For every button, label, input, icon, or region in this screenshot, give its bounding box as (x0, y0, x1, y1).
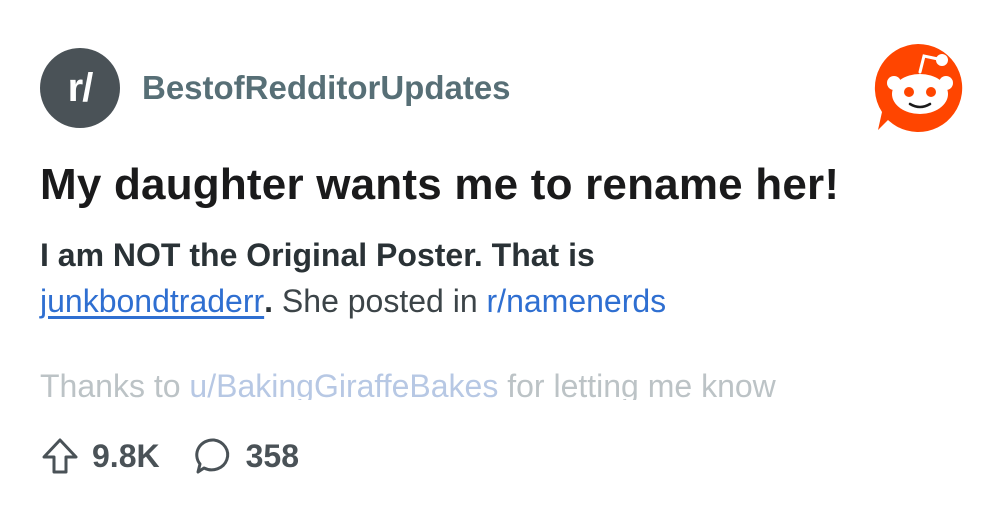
post-header: r/ BestofRedditorUpdates (40, 48, 511, 128)
fade-user-link[interactable]: u/BakingGiraffeBakes (189, 368, 498, 400)
post-title[interactable]: My daughter wants me to rename her! (40, 160, 839, 210)
subreddit-avatar-text: r/ (67, 65, 94, 110)
upvote-button[interactable]: 9.8K (40, 436, 160, 476)
comment-bubble-icon (194, 438, 229, 474)
posted-in-text: She posted in (273, 283, 487, 319)
subreddit-link[interactable]: r/namenerds (487, 283, 667, 319)
post-footer: 9.8K 358 (40, 436, 333, 476)
fade-prefix: Thanks to (40, 368, 190, 400)
upvote-count: 9.8K (92, 437, 160, 474)
op-username-link[interactable]: junkbondtraderr (40, 283, 264, 319)
body-intro-text: I am NOT the Original Poster. That is (40, 237, 595, 273)
reddit-snoo-icon (874, 43, 963, 132)
comments-button[interactable]: 358 (194, 436, 299, 476)
fade-suffix: for letting me know (498, 368, 776, 400)
subreddit-name[interactable]: BestofRedditorUpdates (142, 69, 511, 107)
post-body: I am NOT the Original Poster. That is ju… (40, 232, 970, 324)
subreddit-avatar[interactable]: r/ (40, 48, 120, 128)
post-card[interactable]: r/ BestofRedditorUpdates My daughter wan… (0, 0, 1000, 521)
body-period: . (264, 283, 274, 319)
upvote-arrow-icon (42, 438, 78, 474)
comment-count: 358 (245, 437, 299, 474)
faded-preview-text: Thanks to u/BakingGiraffeBakes for letti… (40, 364, 776, 400)
